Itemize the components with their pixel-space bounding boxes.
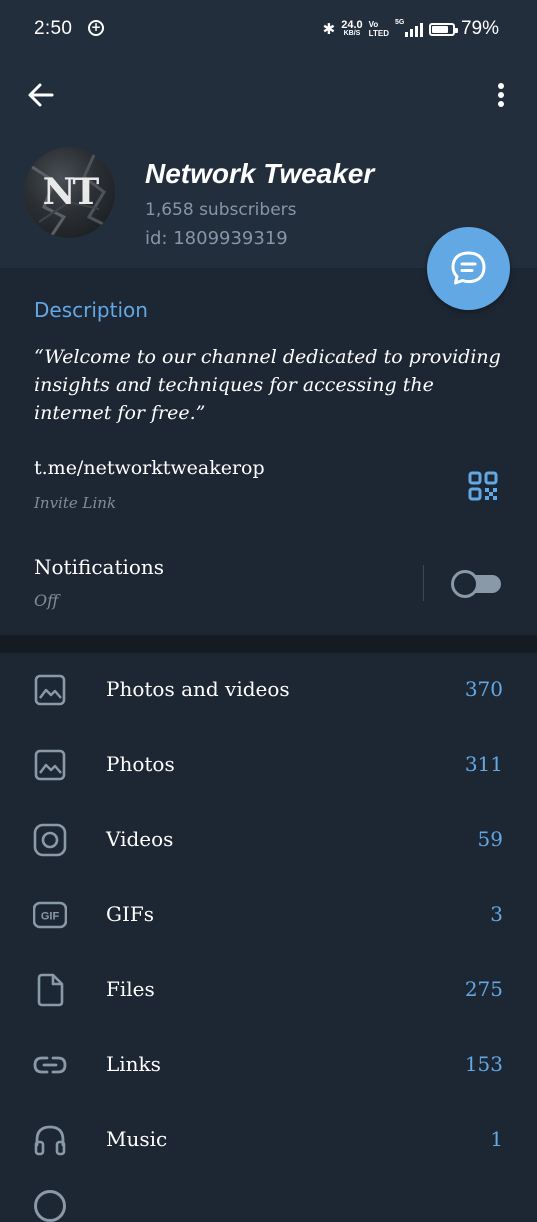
gif-icon: GIF [33,901,67,929]
signal-icon: 5G [394,19,423,37]
network-speed: 24.0 KB/S [341,20,362,38]
media-count: 59 [477,827,503,851]
channel-avatar[interactable]: NT [24,147,115,238]
speed-unit: KB/S [343,30,361,37]
voice-icon [34,1190,66,1222]
invite-link[interactable]: t.me/networktweakerop [34,457,265,479]
media-count: 3 [490,902,503,926]
qr-code-icon[interactable] [467,470,499,502]
notifications-label[interactable]: Notifications [34,555,164,579]
subscriber-count: 1,658 subscribers [145,200,297,220]
media-label: Files [106,977,155,1001]
volte-bottom: LTED [368,29,389,38]
section-divider [0,635,537,653]
description-text: “Welcome to our channel dedicated to pro… [34,346,501,424]
discussion-button[interactable] [427,227,510,310]
image-icon [34,749,66,781]
media-label: Photos [106,752,175,776]
media-row-photos-and-videos[interactable]: Photos and videos 370 [0,653,537,728]
link-icon [33,1056,67,1074]
toggle-knob [451,570,479,598]
notifications-divider [423,565,424,601]
media-row-files[interactable]: Files 275 [0,953,537,1028]
volte-top: Vo [368,20,379,29]
media-count: 1 [490,1127,503,1151]
data-saver-icon: + [88,20,104,36]
speed-value: 24.0 [341,19,363,31]
more-menu-icon[interactable] [490,80,512,110]
battery-percent: 79% [460,18,499,39]
media-count: 370 [464,677,503,701]
media-count: 275 [464,977,503,1001]
headphones-icon [34,1125,66,1156]
status-time: 2:50 [34,18,73,39]
media-label: Videos [106,827,174,851]
back-arrow-icon[interactable] [26,80,56,110]
media-row-music[interactable]: Music 1 [0,1103,537,1178]
shared-media-list: Photos and videos 370 Photos 311 Videos … [0,653,537,1178]
bluetooth-icon: ✱ [322,21,336,38]
video-icon [33,823,67,857]
media-label: Music [106,1127,168,1151]
media-label: Photos and videos [106,677,290,701]
channel-title: Network Tweaker [145,158,375,189]
media-label: GIFs [106,902,155,926]
chat-icon [451,251,486,285]
file-icon [37,973,64,1007]
svg-text:GIF: GIF [41,911,60,923]
network-type: 5G [394,19,405,26]
avatar-initials: NT [42,171,100,213]
status-bar: 2:50 + ✱ 24.0 KB/S Vo LTED 5G 79% [0,0,537,62]
invite-link-label: Invite Link [34,494,117,512]
battery-icon [428,22,458,36]
media-row-photos[interactable]: Photos 311 [0,728,537,803]
volte-indicator: Vo LTED [369,20,389,38]
notifications-status: Off [34,591,59,610]
media-label: Links [106,1052,161,1076]
image-icon [34,674,66,706]
channel-id: id: 1809939319 [145,228,288,249]
media-count: 153 [464,1052,503,1076]
description-label: Description [34,298,148,322]
status-indicators: ✱ 24.0 KB/S Vo LTED 5G 79% [323,18,499,40]
notifications-toggle[interactable] [451,570,503,598]
media-row-links[interactable]: Links 153 [0,1028,537,1103]
media-row-videos[interactable]: Videos 59 [0,803,537,878]
media-count: 311 [464,752,503,776]
media-row-gifs[interactable]: GIF GIFs 3 [0,878,537,953]
